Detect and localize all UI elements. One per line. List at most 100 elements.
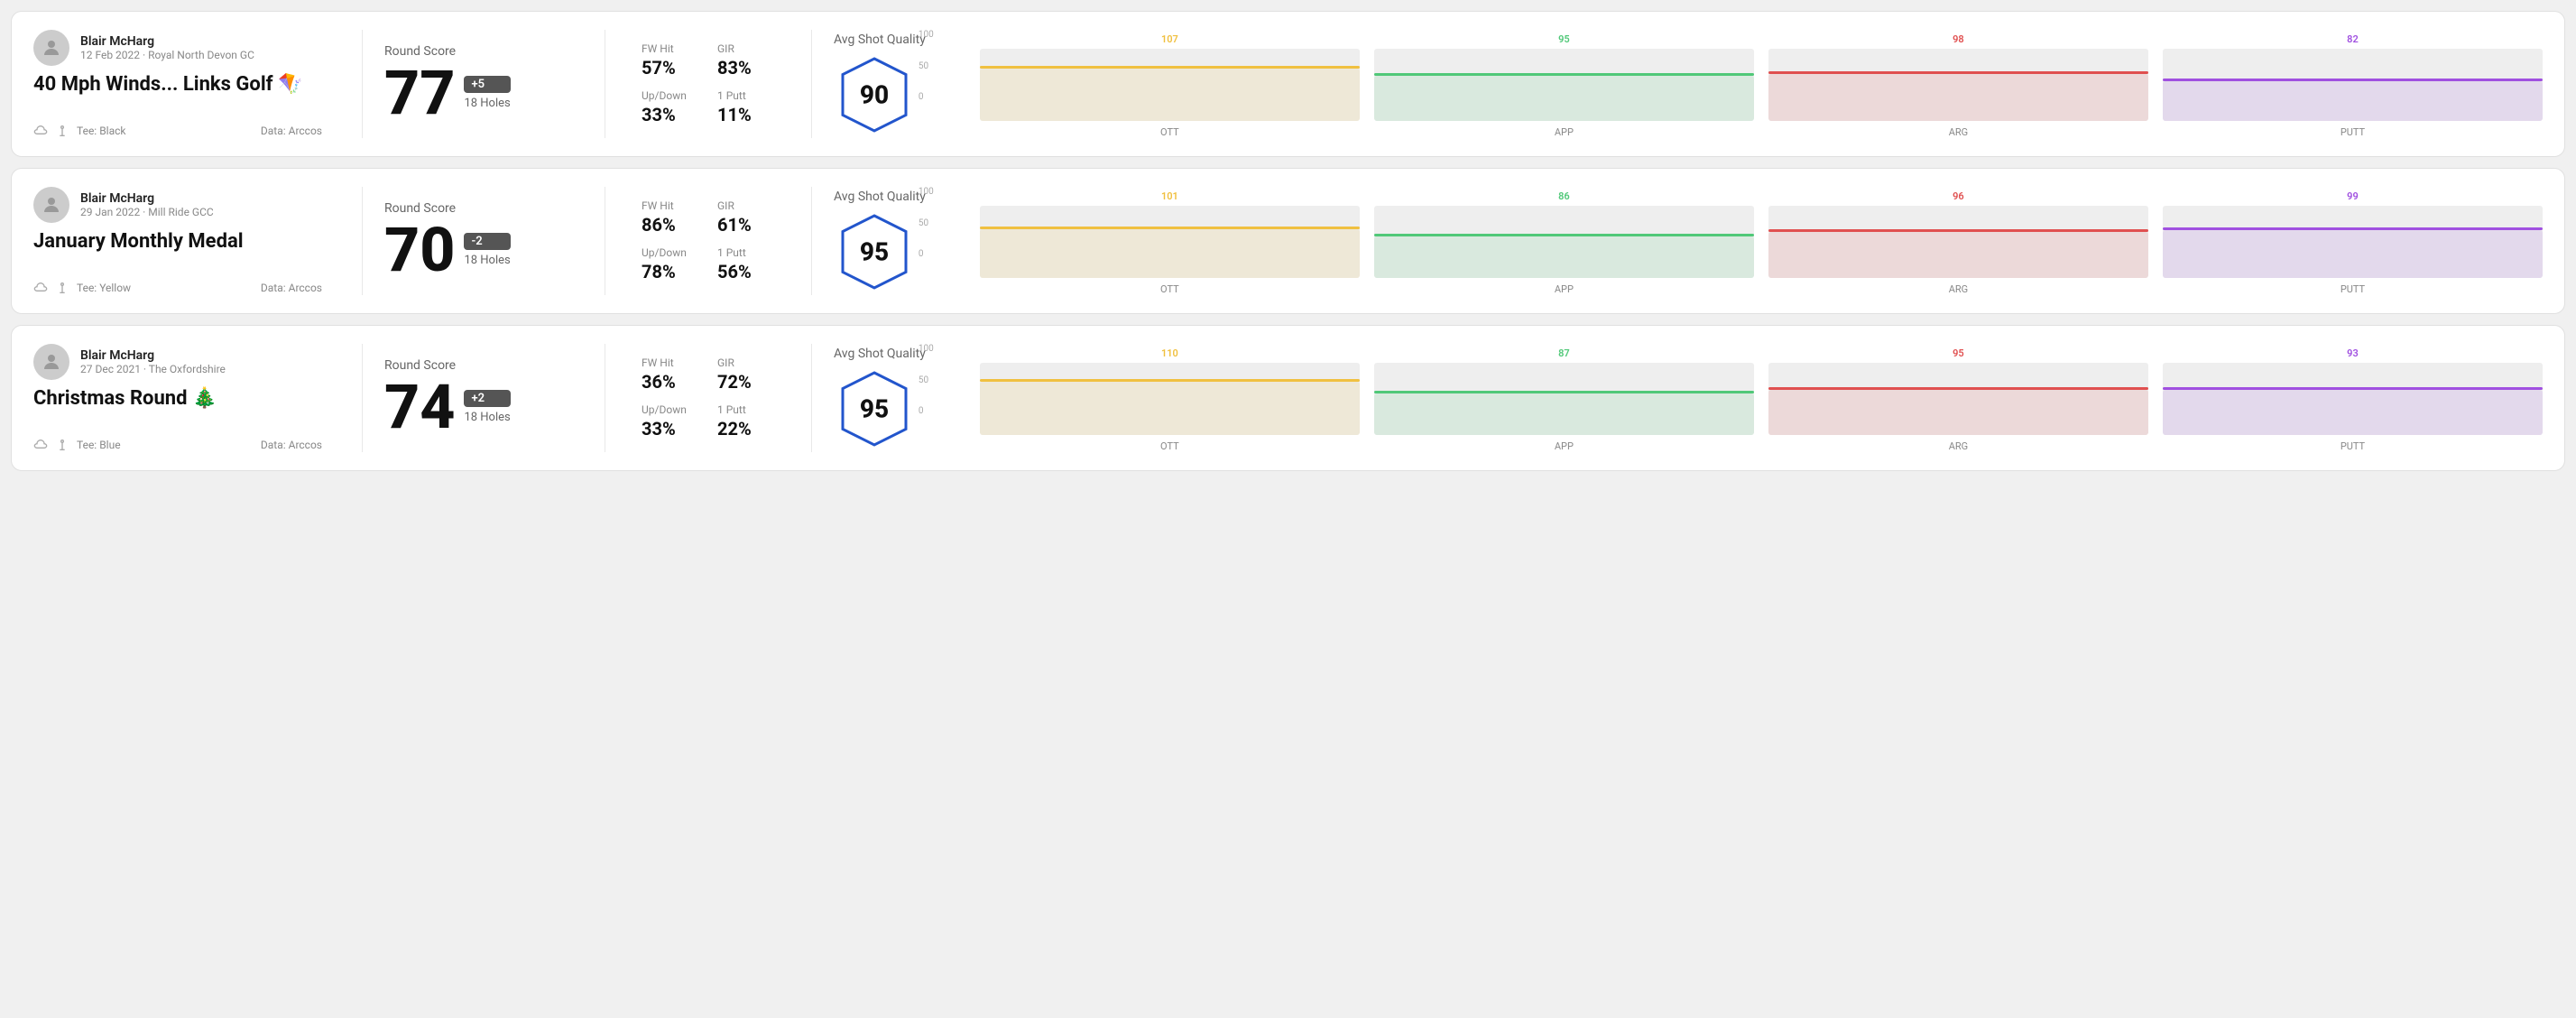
stats-section: FW Hit 86% GIR 61% Up/Down 78% 1 Putt 56…	[627, 187, 789, 295]
gir-value: 83%	[717, 57, 775, 79]
round-card: Blair McHarg 29 Jan 2022 · Mill Ride GCC…	[11, 168, 2565, 314]
stats-section: FW Hit 57% GIR 83% Up/Down 33% 1 Putt 11…	[627, 30, 789, 138]
score-main: 74 +2 18 Holes	[384, 376, 583, 438]
card-left: Blair McHarg 29 Jan 2022 · Mill Ride GCC…	[33, 187, 340, 295]
avatar	[33, 30, 69, 66]
quality-label: Avg Shot Quality	[834, 190, 926, 204]
stat-updown: Up/Down 33%	[642, 89, 699, 125]
score-number: 77	[384, 62, 455, 124]
hexagon-container: 95	[834, 211, 915, 292]
stats-section: FW Hit 36% GIR 72% Up/Down 33% 1 Putt 22…	[627, 344, 789, 452]
fw-hit-value: 36%	[642, 371, 699, 393]
score-badge: +2	[464, 390, 510, 407]
updown-value: 78%	[642, 261, 699, 282]
score-section: Round Score 77 +5 18 Holes	[384, 30, 583, 138]
quality-left: Avg Shot Quality 95	[834, 190, 926, 292]
stats-grid: FW Hit 57% GIR 83% Up/Down 33% 1 Putt 11…	[642, 42, 775, 125]
score-holes: 18 Holes	[464, 97, 510, 110]
hexagon-container: 95	[834, 368, 915, 449]
card-left: Blair McHarg 12 Feb 2022 · Royal North D…	[33, 30, 340, 138]
fw-hit-label: FW Hit	[642, 42, 699, 55]
tee-icon	[55, 124, 69, 138]
tee-icon	[55, 281, 69, 295]
quality-score: 95	[860, 394, 889, 424]
score-main: 70 -2 18 Holes	[384, 219, 583, 281]
round-card: Blair McHarg 27 Dec 2021 · The Oxfordshi…	[11, 325, 2565, 471]
updown-value: 33%	[642, 418, 699, 440]
fw-hit-label: FW Hit	[642, 356, 699, 369]
quality-section: Avg Shot Quality 95 100 50 0	[834, 187, 2543, 295]
left-divider	[362, 344, 363, 452]
footer-left: Tee: Blue	[33, 438, 121, 452]
score-section: Round Score 70 -2 18 Holes	[384, 187, 583, 295]
hexagon: 95	[834, 211, 915, 292]
weather-icon	[33, 281, 48, 295]
score-section: Round Score 74 +2 18 Holes	[384, 344, 583, 452]
footer-left: Tee: Yellow	[33, 281, 131, 295]
avatar	[33, 344, 69, 380]
quality-left: Avg Shot Quality 95	[834, 347, 926, 449]
chart-column-ott: 107 OTT	[980, 33, 1360, 138]
score-holes: 18 Holes	[464, 254, 510, 267]
chart-bars: 107 OTT 95 APP 98	[980, 30, 2543, 138]
updown-label: Up/Down	[642, 89, 699, 102]
hexagon: 95	[834, 368, 915, 449]
y-axis: 100 50 0	[919, 344, 934, 416]
tee-label: Tee: Blue	[77, 439, 121, 451]
right-divider	[811, 344, 812, 452]
updown-value: 33%	[642, 104, 699, 125]
hexagon-container: 90	[834, 54, 915, 135]
score-main: 77 +5 18 Holes	[384, 62, 583, 124]
user-header: Blair McHarg 12 Feb 2022 · Royal North D…	[33, 30, 322, 66]
updown-label: Up/Down	[642, 246, 699, 259]
left-divider	[362, 30, 363, 138]
chart-column-app: 95 APP	[1374, 33, 1754, 138]
tee-icon	[55, 438, 69, 452]
score-badge: -2	[464, 233, 510, 250]
stat-oneputt: 1 Putt 11%	[717, 89, 775, 125]
stat-fw-hit: FW Hit 36%	[642, 356, 699, 393]
chart-column-putt: 99 PUTT	[2163, 190, 2543, 295]
chart-column-app: 86 APP	[1374, 190, 1754, 295]
data-source: Data: Arccos	[261, 282, 322, 294]
y-axis: 100 50 0	[919, 187, 934, 259]
bar-chart: 100 50 0 110 OTT 87	[947, 344, 2543, 452]
chart-bars: 101 OTT 86 APP 96	[980, 187, 2543, 295]
right-divider	[811, 30, 812, 138]
stat-gir: GIR 72%	[717, 356, 775, 393]
card-footer: Tee: Yellow Data: Arccos	[33, 281, 322, 295]
user-date: 12 Feb 2022 · Royal North Devon GC	[80, 49, 254, 61]
gir-value: 72%	[717, 371, 775, 393]
fw-hit-value: 57%	[642, 57, 699, 79]
card-footer: Tee: Blue Data: Arccos	[33, 438, 322, 452]
round-card: Blair McHarg 12 Feb 2022 · Royal North D…	[11, 11, 2565, 157]
chart-column-app: 87 APP	[1374, 347, 1754, 452]
quality-score: 95	[860, 237, 889, 267]
footer-left: Tee: Black	[33, 124, 125, 138]
oneputt-label: 1 Putt	[717, 246, 775, 259]
quality-label: Avg Shot Quality	[834, 32, 926, 47]
quality-score: 90	[860, 80, 889, 110]
tee-label: Tee: Black	[77, 125, 125, 137]
oneputt-value: 11%	[717, 104, 775, 125]
y-axis: 100 50 0	[919, 30, 934, 102]
data-source: Data: Arccos	[261, 125, 322, 137]
gir-value: 61%	[717, 214, 775, 236]
chart-bars: 110 OTT 87 APP 95	[980, 344, 2543, 452]
user-date: 29 Jan 2022 · Mill Ride GCC	[80, 206, 214, 218]
stat-updown: Up/Down 33%	[642, 403, 699, 440]
card-footer: Tee: Black Data: Arccos	[33, 124, 322, 138]
chart-column-putt: 93 PUTT	[2163, 347, 2543, 452]
stat-fw-hit: FW Hit 86%	[642, 199, 699, 236]
user-header: Blair McHarg 29 Jan 2022 · Mill Ride GCC	[33, 187, 322, 223]
user-info: Blair McHarg 12 Feb 2022 · Royal North D…	[80, 34, 254, 61]
weather-icon	[33, 438, 48, 452]
stats-grid: FW Hit 36% GIR 72% Up/Down 33% 1 Putt 22…	[642, 356, 775, 440]
right-divider	[811, 187, 812, 295]
stats-grid: FW Hit 86% GIR 61% Up/Down 78% 1 Putt 56…	[642, 199, 775, 282]
quality-label: Avg Shot Quality	[834, 347, 926, 361]
score-meta: +2 18 Holes	[464, 390, 510, 424]
hexagon: 90	[834, 54, 915, 135]
data-source: Data: Arccos	[261, 439, 322, 451]
updown-label: Up/Down	[642, 403, 699, 416]
